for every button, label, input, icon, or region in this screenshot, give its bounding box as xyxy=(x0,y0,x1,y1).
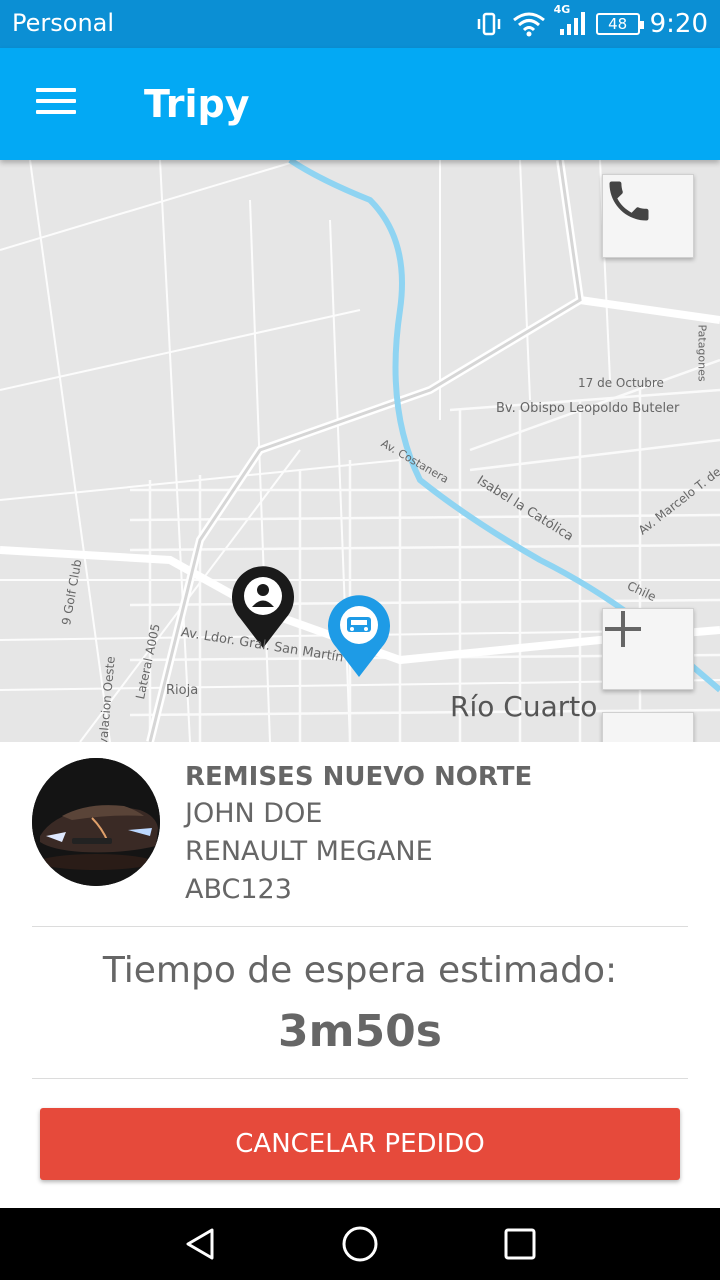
divider xyxy=(32,926,688,927)
battery-icon: 48 xyxy=(595,13,644,35)
cell-signal-icon: 4G xyxy=(554,3,586,37)
company-name: REMISES NUEVO NORTE xyxy=(185,762,533,792)
license-plate: ABC123 xyxy=(185,874,292,905)
car-photo xyxy=(32,758,160,886)
cancel-order-button[interactable]: CANCELAR PEDIDO xyxy=(40,1108,680,1180)
street-label: Bv. Obispo Leopoldo Buteler xyxy=(496,401,680,416)
driver-name: JOHN DOE xyxy=(185,798,323,829)
home-icon[interactable] xyxy=(340,1224,380,1264)
street-label: Patagones xyxy=(695,324,709,382)
app-title: Tripy xyxy=(144,82,250,126)
network-type: 4G xyxy=(553,3,571,16)
call-button[interactable] xyxy=(602,174,694,258)
vehicle-model: RENAULT MEGANE xyxy=(185,836,433,867)
divider xyxy=(32,1078,688,1079)
system-nav-bar xyxy=(0,1208,720,1280)
street-label: Rioja xyxy=(166,683,199,698)
city-label: Río Cuarto xyxy=(450,690,598,723)
carrier-name: Personal xyxy=(12,9,115,37)
driver-info: REMISES NUEVO NORTE JOHN DOE RENAULT MEG… xyxy=(185,762,532,912)
hamburger-menu-icon[interactable] xyxy=(36,88,76,120)
recents-icon[interactable] xyxy=(500,1224,540,1264)
map-view[interactable]: Patagones 17 de Octubre Bv. Obispo Leopo… xyxy=(0,160,720,742)
app-bar: Tripy xyxy=(0,48,720,160)
wait-time-value: 3m50s xyxy=(278,1006,442,1057)
driver-card: REMISES NUEVO NORTE JOHN DOE RENAULT MEG… xyxy=(0,742,720,1208)
zoom-out-button[interactable] xyxy=(602,712,694,742)
vibrate-icon xyxy=(476,11,502,37)
zoom-in-button[interactable] xyxy=(602,608,694,690)
status-bar: Personal 4G 48 9:20 xyxy=(0,0,720,48)
plus-icon xyxy=(605,611,641,647)
wait-time-label: Tiempo de espera estimado: xyxy=(102,950,618,991)
phone-icon xyxy=(609,181,649,221)
street-label: 17 de Octubre xyxy=(578,376,664,390)
clock: 9:20 xyxy=(649,9,708,39)
wifi-icon xyxy=(512,11,546,37)
driver-avatar xyxy=(32,758,160,886)
back-icon[interactable] xyxy=(180,1224,220,1264)
